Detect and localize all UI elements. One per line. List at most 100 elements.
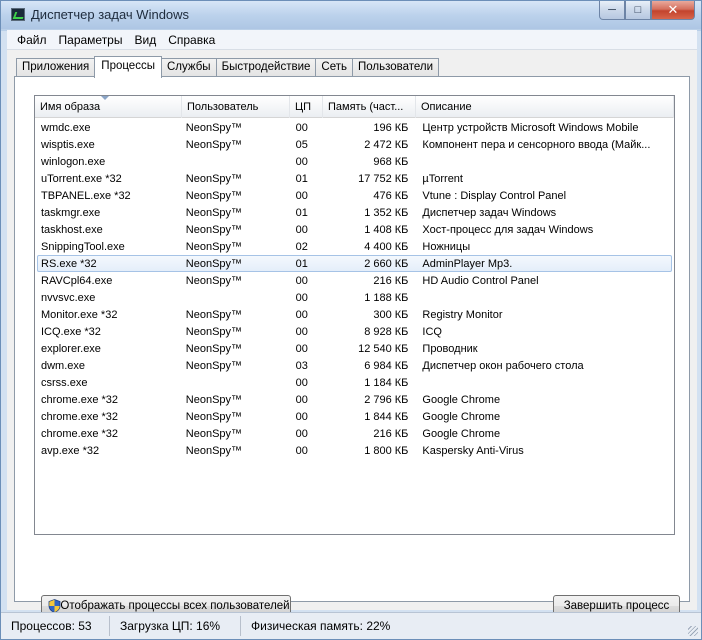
process-row[interactable]: csrss.exe 00 1 184 КБ — [37, 374, 672, 391]
process-row[interactable]: Monitor.exe *32 NeonSpy™ 00 300 КБ Registry … — [37, 306, 672, 323]
process-user: NeonSpy™ — [185, 122, 243, 134]
process-memory: 17 752 КБ — [358, 173, 409, 185]
status-cpu-usage: Загрузка ЦП: 16% — [110, 616, 241, 636]
process-image-name: explorer.exe — [41, 343, 101, 355]
process-user — [183, 154, 291, 169]
minimize-icon: ─ — [608, 4, 616, 16]
process-row[interactable]: SnippingTool.exe NeonSpy™ 02 4 400 КБ Ножниц… — [37, 238, 672, 255]
process-image-name: RAVCpl64.exe — [41, 275, 113, 287]
menu-file[interactable]: Файл — [11, 33, 53, 47]
show-all-processes-label: Отображать процессы всех пользователей — [60, 600, 290, 612]
process-memory: 1 408 КБ — [364, 224, 409, 236]
process-row[interactable]: ICQ.exe *32 NeonSpy™ 00 8 928 КБ ICQ — [37, 323, 672, 340]
process-row[interactable]: RAVCpl64.exe NeonSpy™ 00 216 КБ HD Audio Con… — [37, 272, 672, 289]
resize-grip-icon[interactable] — [688, 626, 698, 636]
process-image-name: taskhost.exe — [41, 224, 103, 236]
menu-bar: Файл Параметры Вид Справка — [7, 30, 697, 50]
process-row[interactable]: chrome.exe *32 NeonSpy™ 00 1 844 КБ Google C… — [37, 408, 672, 425]
column-header-cpu[interactable]: ЦП — [290, 96, 323, 118]
process-cpu: 00 — [295, 394, 308, 406]
column-header-memory[interactable]: Память (част... — [323, 96, 416, 118]
tab-performance[interactable]: Быстродействие — [215, 58, 316, 77]
tab-users[interactable]: Пользователи — [352, 58, 440, 77]
process-image-name: uTorrent.exe *32 — [41, 173, 122, 185]
process-row[interactable]: avp.exe *32 NeonSpy™ 00 1 800 КБ Kaspersky A… — [37, 442, 672, 459]
process-user — [183, 375, 291, 390]
process-cpu: 05 — [295, 139, 308, 151]
process-memory: 1 352 КБ — [364, 207, 409, 219]
process-image-name: nvvsvc.exe — [41, 292, 96, 304]
process-image-name: chrome.exe *32 — [41, 411, 119, 423]
column-header-description[interactable]: Описание — [416, 96, 674, 118]
process-user: NeonSpy™ — [185, 360, 243, 372]
process-row[interactable]: RS.exe *32 NeonSpy™ 01 2 660 КБ AdminPlayer … — [37, 255, 672, 272]
status-physical-memory: Физическая память: 22% — [251, 619, 391, 633]
process-row[interactable]: winlogon.exe 00 968 КБ — [37, 153, 672, 170]
process-row[interactable]: taskmgr.exe NeonSpy™ 01 1 352 КБ Диспетчер з… — [37, 204, 672, 221]
process-memory: 196 КБ — [373, 122, 409, 134]
process-user: NeonSpy™ — [185, 139, 243, 151]
uac-shield-icon — [48, 599, 61, 613]
caption-buttons: ─ □ ✕ — [599, 1, 695, 21]
process-row[interactable]: wmdc.exe NeonSpy™ 00 196 КБ Центр устройств … — [37, 119, 672, 136]
process-row[interactable]: chrome.exe *32 NeonSpy™ 00 216 КБ Google Chr… — [37, 425, 672, 442]
tab-services[interactable]: Службы — [161, 58, 216, 77]
minimize-button[interactable]: ─ — [599, 1, 625, 20]
process-description: Диспетчер задач Windows — [422, 207, 557, 219]
process-cpu: 00 — [295, 122, 308, 134]
process-description: Диспетчер окон рабочего стола — [422, 360, 584, 372]
process-row[interactable]: dwm.exe NeonSpy™ 03 6 984 КБ Диспетчер окон … — [37, 357, 672, 374]
process-user: NeonSpy™ — [185, 326, 243, 338]
process-row[interactable]: wisptis.exe NeonSpy™ 05 2 472 КБ Компонент п… — [37, 136, 672, 153]
process-user: NeonSpy™ — [185, 275, 243, 287]
process-memory: 6 984 КБ — [364, 360, 409, 372]
tab-processes[interactable]: Процессы — [94, 56, 162, 78]
process-user: NeonSpy™ — [185, 224, 243, 236]
process-row[interactable]: taskhost.exe NeonSpy™ 00 1 408 КБ Хост-проце… — [37, 221, 672, 238]
column-header-user[interactable]: Пользователь — [182, 96, 290, 118]
maximize-icon: □ — [634, 4, 642, 16]
process-image-name: SnippingTool.exe — [41, 241, 125, 253]
process-list[interactable]: Имя образа Пользователь ЦП Память (част.… — [34, 95, 675, 535]
process-row[interactable]: nvvsvc.exe 00 1 188 КБ — [37, 289, 672, 306]
maximize-button[interactable]: □ — [625, 1, 651, 20]
process-user: NeonSpy™ — [185, 207, 243, 219]
process-description: Vtune : Display Control Panel — [422, 190, 567, 202]
process-memory: 2 796 КБ — [364, 394, 409, 406]
process-user: NeonSpy™ — [185, 258, 243, 270]
process-cpu: 00 — [295, 411, 308, 423]
process-description: AdminPlayer Mp3. — [422, 258, 513, 270]
process-description: Центр устройств Microsoft Windows Mobile — [422, 122, 639, 134]
process-image-name: dwm.exe — [41, 360, 86, 372]
process-row[interactable]: explorer.exe NeonSpy™ 00 12 540 КБ Проводник — [37, 340, 672, 357]
column-header-image-name[interactable]: Имя образа — [35, 96, 182, 118]
process-description: Проводник — [422, 343, 478, 355]
title-bar[interactable]: Диспетчер задач Windows ─ □ ✕ — [1, 1, 701, 29]
process-row[interactable]: uTorrent.exe *32 NeonSpy™ 01 17 752 КБ µTorr… — [37, 170, 672, 187]
process-image-name: TBPANEL.exe *32 — [41, 190, 131, 202]
process-image-name: wisptis.exe — [41, 139, 95, 151]
process-user — [183, 290, 291, 305]
process-description — [416, 154, 671, 169]
client-area: Приложения Процессы Службы Быстродействи… — [7, 50, 697, 617]
process-image-name: taskmgr.exe — [41, 207, 101, 219]
window-title: Диспетчер задач Windows — [31, 7, 190, 22]
tab-applications[interactable]: Приложения — [16, 58, 95, 77]
process-memory: 968 КБ — [373, 156, 409, 168]
process-row[interactable]: TBPANEL.exe *32 NeonSpy™ 00 476 КБ Vtune : D… — [37, 187, 672, 204]
process-description: Хост-процесс для задач Windows — [422, 224, 594, 236]
menu-view[interactable]: Вид — [128, 33, 162, 47]
process-memory: 1 800 КБ — [364, 445, 409, 457]
process-memory: 2 660 КБ — [364, 258, 409, 270]
process-cpu: 00 — [295, 445, 308, 457]
process-description — [416, 290, 671, 305]
tab-networking[interactable]: Сеть — [315, 58, 352, 77]
menu-help[interactable]: Справка — [162, 33, 221, 47]
process-description: Google Chrome — [422, 411, 501, 423]
process-user: NeonSpy™ — [185, 394, 243, 406]
close-button[interactable]: ✕ — [651, 1, 695, 20]
process-row[interactable]: chrome.exe *32 NeonSpy™ 00 2 796 КБ Google C… — [37, 391, 672, 408]
process-cpu: 00 — [295, 428, 308, 440]
processes-panel: Имя образа Пользователь ЦП Память (част.… — [14, 76, 690, 617]
menu-options[interactable]: Параметры — [53, 33, 129, 47]
